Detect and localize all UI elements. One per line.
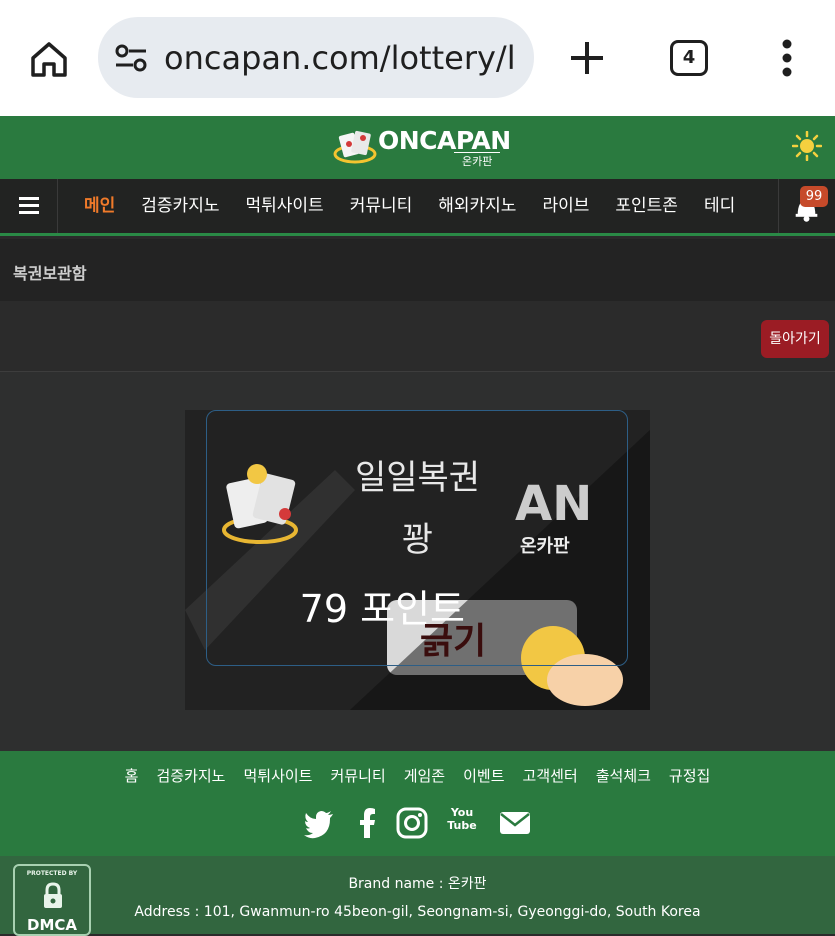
nav-item-point-zone[interactable]: 포인트존 [615, 179, 678, 233]
address-bar[interactable]: oncapan.com/lottery/l [98, 17, 534, 98]
youtube-icon[interactable]: You Tube [445, 806, 479, 840]
footer-link-community[interactable]: 커뮤니티 [331, 765, 386, 786]
youtube-icon-text: You Tube [447, 806, 477, 832]
tune-icon[interactable] [114, 43, 148, 73]
home-icon[interactable] [28, 38, 70, 80]
footer-link-support[interactable]: 고객센터 [523, 765, 578, 786]
more-vert-icon[interactable] [776, 38, 798, 78]
page-title-bar [0, 239, 835, 301]
page-title: 복권보관함 [13, 264, 87, 283]
brand-name-line: Brand name : 온카판 [348, 876, 487, 892]
hamburger-menu-icon[interactable] [0, 179, 58, 233]
browser-toolbar: oncapan.com/lottery/l 4 [0, 0, 835, 116]
notification-badge: 99 [800, 186, 828, 207]
scratch-button-label[interactable]: 긁기 [420, 612, 486, 664]
ticket-brand-sub: 온카판 [520, 536, 570, 557]
nav-item-community[interactable]: 커뮤니티 [350, 179, 413, 233]
footer-link-home[interactable]: 홈 [125, 765, 139, 786]
back-button[interactable]: 돌아가기 [761, 320, 829, 358]
nav-item-overseas-casino[interactable]: 해외카지노 [438, 179, 516, 233]
footer-link-attendance[interactable]: 출석체크 [596, 765, 651, 786]
footer-link-verified-casino[interactable]: 검증카지노 [156, 765, 225, 786]
facebook-icon[interactable] [350, 806, 384, 840]
url-text: oncapan.com/lottery/l [164, 39, 516, 77]
nav-item-main[interactable]: 메인 [84, 179, 115, 233]
ticket-result: 꽝 [401, 520, 434, 560]
main-nav: 메인 검증카지노 먹튀사이트 커뮤니티 해외카지노 라이브 포인트존 테디 [0, 179, 835, 236]
nav-item-verified-casino[interactable]: 검증카지노 [141, 179, 219, 233]
twitter-icon[interactable] [302, 806, 336, 840]
footer-link-events[interactable]: 이벤트 [463, 765, 504, 786]
nav-item-scam-sites[interactable]: 먹튀사이트 [245, 179, 323, 233]
logo-text: ONCAPAN [378, 126, 511, 155]
address-line: Address : 101, Gwanmun-ro 45beon-gil, Se… [134, 904, 701, 920]
footer-link-scam-sites[interactable]: 먹튀사이트 [243, 765, 312, 786]
plus-icon[interactable] [567, 38, 607, 78]
sun-icon[interactable] [792, 131, 822, 161]
nav-items: 메인 검증카지노 먹튀사이트 커뮤니티 해외카지노 라이브 포인트존 테디 [58, 179, 778, 233]
footer-links: 홈 검증카지노 먹튀사이트 커뮤니티 게임존 이벤트 고객센터 출석체크 규정집 [0, 765, 835, 786]
footer-link-rules[interactable]: 규정집 [669, 765, 710, 786]
nav-item-live[interactable]: 라이브 [542, 179, 589, 233]
tabs-icon[interactable]: 4 [670, 40, 708, 76]
instagram-icon[interactable] [395, 806, 429, 840]
footer-info [0, 856, 835, 934]
nav-item-more[interactable]: 테디 [704, 179, 735, 233]
logo-subtitle: 온카판 [454, 152, 501, 169]
ticket-title: 일일복권 [354, 458, 481, 498]
email-icon[interactable] [498, 806, 532, 840]
footer-link-game-zone[interactable]: 게임존 [404, 765, 445, 786]
